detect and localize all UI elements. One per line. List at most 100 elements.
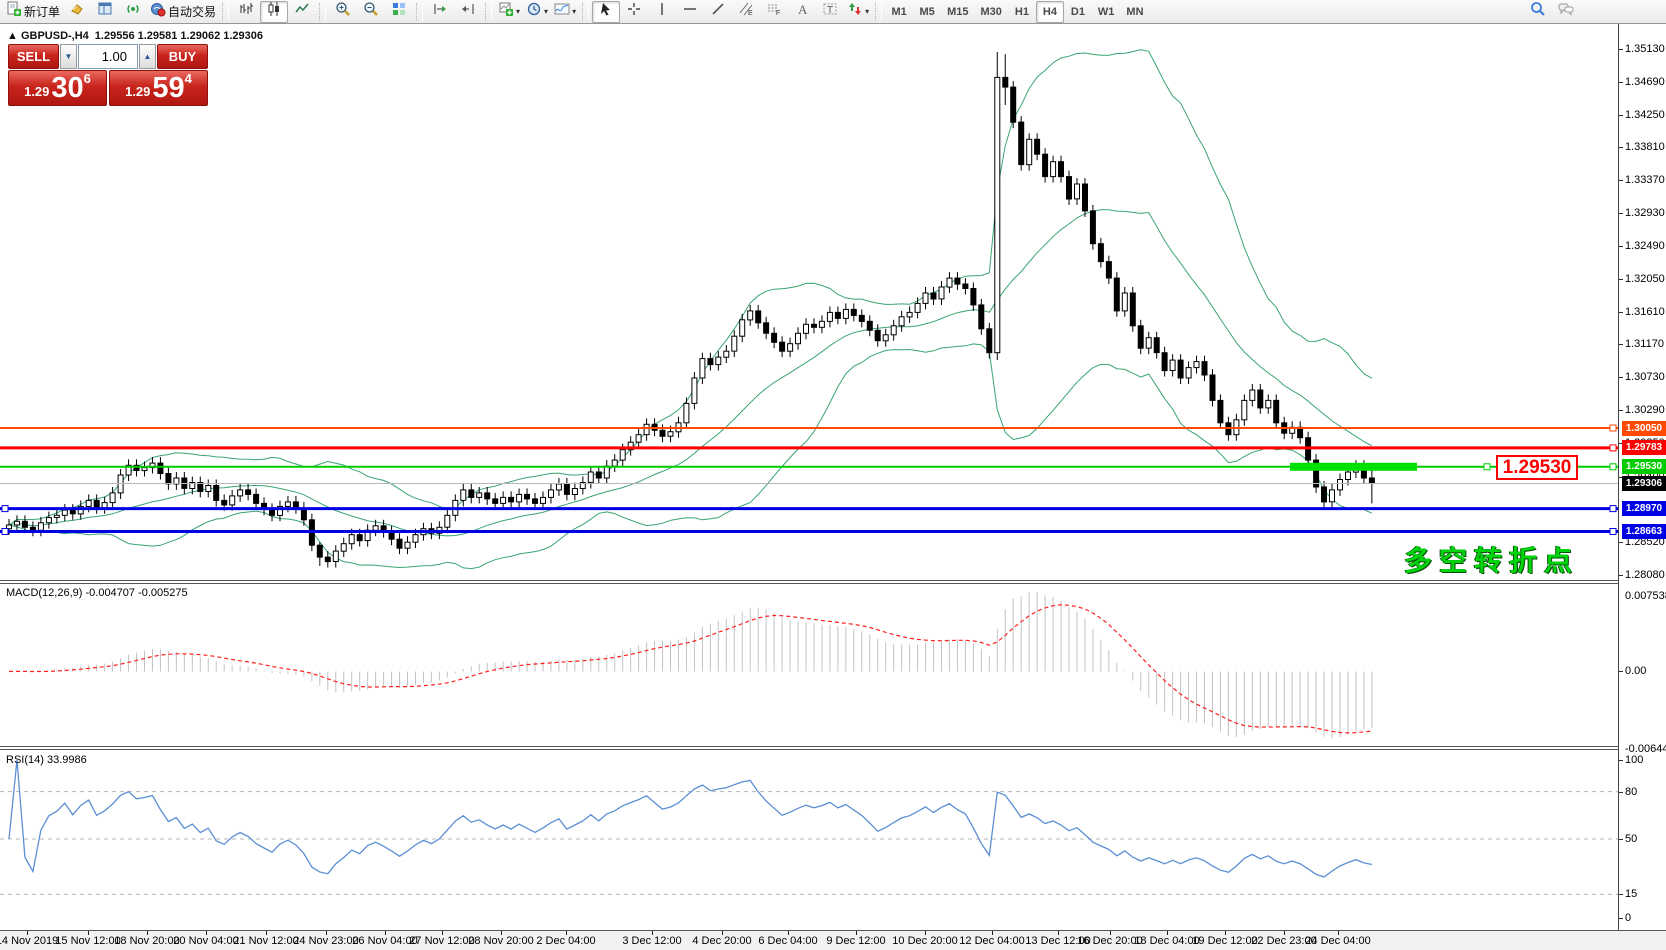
timeframe-button-W1[interactable]: W1 bbox=[1092, 1, 1121, 23]
timeframe-button-M1[interactable]: M1 bbox=[885, 1, 913, 23]
tile-windows-button[interactable] bbox=[385, 1, 413, 23]
volume-input[interactable] bbox=[78, 44, 138, 69]
timeframe-button-M15[interactable]: M15 bbox=[941, 1, 974, 23]
bar-chart-button[interactable] bbox=[232, 1, 260, 23]
price-text-label[interactable]: 1.29530 bbox=[1496, 455, 1578, 480]
rsi-tick-label: 50 bbox=[1625, 833, 1637, 845]
search-icon[interactable] bbox=[1524, 1, 1552, 23]
timeframe-button-MN[interactable]: MN bbox=[1120, 1, 1149, 23]
timeframe-button-H4[interactable]: H4 bbox=[1036, 1, 1064, 23]
templates-button[interactable]: ▾ bbox=[495, 1, 523, 23]
crosshair-button[interactable] bbox=[620, 1, 648, 23]
line-handle[interactable] bbox=[1484, 464, 1490, 470]
period-button[interactable]: ▾ bbox=[523, 1, 551, 23]
candles-layer bbox=[7, 52, 1375, 568]
time-tick-label: 3 Dec 12:00 bbox=[622, 935, 681, 947]
time-tick-label: 2 Dec 04:00 bbox=[536, 935, 595, 947]
line-chart-button[interactable] bbox=[288, 1, 316, 23]
time-tick-label: 19 Dec 12:00 bbox=[1192, 935, 1257, 947]
price-tick-label: 1.31170 bbox=[1625, 338, 1664, 350]
price-tick-label: 1.28080 bbox=[1625, 569, 1665, 581]
sell-price[interactable]: 1.29 30 6 bbox=[8, 70, 107, 106]
price-tick bbox=[1619, 49, 1623, 50]
volume-increase-button[interactable]: ▲ bbox=[139, 44, 156, 69]
text-label-button[interactable]: T bbox=[816, 1, 844, 23]
crosshair-icon bbox=[626, 1, 642, 22]
svg-text:F: F bbox=[776, 10, 780, 17]
time-tick-label: 28 Nov 20:00 bbox=[468, 935, 533, 947]
line-handle[interactable] bbox=[1610, 464, 1616, 470]
green-highlight-band[interactable] bbox=[1290, 463, 1417, 471]
line-handle[interactable] bbox=[1610, 445, 1616, 451]
toolbar-separator bbox=[319, 3, 326, 21]
buy-price[interactable]: 1.29 59 4 bbox=[109, 70, 208, 106]
line-handle[interactable] bbox=[1610, 506, 1616, 512]
top-toolbar: 新订单自动交易▾▾▾EFAT▾M1M5M15M30H1H4D1W1MN bbox=[0, 0, 1666, 24]
toolbar-separator bbox=[485, 3, 492, 21]
timeframe-button-M30[interactable]: M30 bbox=[975, 1, 1008, 23]
rsi-tick-label: 100 bbox=[1625, 754, 1643, 766]
line-handle[interactable] bbox=[2, 506, 8, 512]
market-watch-icon[interactable] bbox=[91, 1, 119, 23]
ohlc-values: 1.29556 1.29581 1.29062 1.29306 bbox=[95, 30, 263, 42]
line-handle[interactable] bbox=[1610, 425, 1616, 431]
price-tick bbox=[1619, 410, 1623, 411]
toolbar-separator bbox=[875, 3, 882, 21]
price-tick bbox=[1619, 213, 1623, 214]
autotrading-button[interactable]: 自动交易 bbox=[147, 1, 219, 23]
macd-indicator-label: MACD(12,26,9) -0.004707 -0.005275 bbox=[6, 587, 188, 599]
macd-histogram bbox=[9, 592, 1372, 738]
volume-decrease-button[interactable]: ▼ bbox=[60, 44, 77, 69]
macd-axis-top: 0.007538 bbox=[1625, 590, 1666, 602]
time-tick-label: 14 Nov 2019 bbox=[0, 935, 58, 947]
indicators-button[interactable]: ▾ bbox=[551, 1, 579, 23]
time-tick-label: 20 Nov 04:00 bbox=[173, 935, 238, 947]
cursor-button[interactable] bbox=[592, 1, 620, 23]
buy-button[interactable]: BUY bbox=[157, 44, 208, 69]
price-tick-label: 1.32930 bbox=[1625, 207, 1665, 219]
buy-price-pips: 59 bbox=[152, 74, 184, 103]
arrows-button[interactable]: ▾ bbox=[844, 1, 872, 23]
bars-icon bbox=[238, 1, 254, 22]
timeframe-button-D1[interactable]: D1 bbox=[1064, 1, 1092, 23]
horizontal-line-button[interactable] bbox=[676, 1, 704, 23]
vertical-line-button[interactable] bbox=[648, 1, 676, 23]
sell-button[interactable]: SELL bbox=[8, 44, 59, 69]
main-chart-pane[interactable] bbox=[0, 24, 1618, 580]
time-axis: 14 Nov 201915 Nov 12:0018 Nov 20:0020 No… bbox=[0, 930, 1666, 950]
zoom-in-button[interactable] bbox=[329, 1, 357, 23]
candlestick-button[interactable] bbox=[260, 1, 288, 23]
auto-scroll-button[interactable] bbox=[426, 1, 454, 23]
timeframe-button-M5[interactable]: M5 bbox=[913, 1, 941, 23]
macd-svg bbox=[0, 584, 1618, 746]
signals-icon[interactable] bbox=[119, 1, 147, 23]
price-line-badge: 1.28970 bbox=[1622, 501, 1666, 516]
candles-icon bbox=[266, 1, 282, 22]
turning-point-annotation[interactable]: 多空转折点 bbox=[1404, 539, 1579, 579]
new-order-button[interactable]: 新订单 bbox=[3, 1, 63, 23]
timeframe-button-H1[interactable]: H1 bbox=[1008, 1, 1036, 23]
svg-text:T: T bbox=[827, 5, 833, 16]
sell-price-point: 6 bbox=[84, 71, 91, 87]
linechart-icon bbox=[294, 1, 310, 22]
history-center-icon[interactable] bbox=[63, 1, 91, 23]
zoom-out-button[interactable] bbox=[357, 1, 385, 23]
line-handle[interactable] bbox=[1610, 529, 1616, 535]
textlabel-icon: T bbox=[822, 1, 838, 22]
text-icon: A bbox=[794, 1, 810, 22]
text-button[interactable]: A bbox=[788, 1, 816, 23]
template-icon bbox=[498, 1, 514, 22]
chart-title: ▲ GBPUSD-,H41.29556 1.29581 1.29062 1.29… bbox=[7, 30, 263, 42]
autoscroll-icon bbox=[432, 1, 448, 22]
trendline-button[interactable] bbox=[704, 1, 732, 23]
chart-shift-button[interactable] bbox=[454, 1, 482, 23]
cursor-icon bbox=[598, 1, 614, 22]
chat-icon[interactable] bbox=[1552, 1, 1580, 23]
price-tick bbox=[1619, 312, 1623, 313]
time-tick-label: 26 Nov 04:00 bbox=[352, 935, 417, 947]
line-handle[interactable] bbox=[2, 529, 8, 535]
price-tick-label: 1.34250 bbox=[1625, 109, 1665, 121]
fibonacci-button[interactable]: F bbox=[760, 1, 788, 23]
channel-button[interactable]: E bbox=[732, 1, 760, 23]
macd-axis-zero: 0.00 bbox=[1625, 665, 1646, 677]
